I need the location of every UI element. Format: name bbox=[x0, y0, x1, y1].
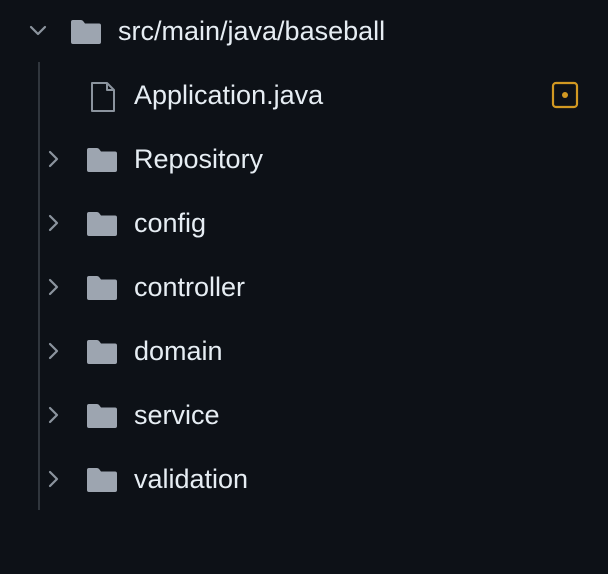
chevron-right-icon[interactable] bbox=[44, 469, 64, 489]
tree-item-root-folder[interactable]: src/main/java/baseball bbox=[0, 7, 608, 55]
tree-item-folder-repository[interactable]: Repository bbox=[0, 135, 608, 183]
folder-icon bbox=[71, 20, 101, 44]
tree-item-folder-domain[interactable]: domain bbox=[0, 327, 608, 375]
folder-label: domain bbox=[134, 336, 223, 366]
folder-icon bbox=[87, 148, 117, 172]
folder-icon bbox=[87, 404, 117, 428]
folder-icon bbox=[87, 276, 117, 300]
folder-label: Repository bbox=[134, 144, 264, 174]
tree-item-folder-controller[interactable]: controller bbox=[0, 263, 608, 311]
chevron-right-icon[interactable] bbox=[44, 213, 64, 233]
tree-item-folder-validation[interactable]: validation bbox=[0, 455, 608, 503]
tree-item-folder-service[interactable]: service bbox=[0, 391, 608, 439]
folder-icon bbox=[87, 468, 117, 492]
tree-item-folder-config[interactable]: config bbox=[0, 199, 608, 247]
chevron-down-icon[interactable] bbox=[28, 21, 48, 41]
file-icon bbox=[91, 82, 115, 112]
chevron-right-icon[interactable] bbox=[44, 341, 64, 361]
chevron-right-icon[interactable] bbox=[44, 149, 64, 169]
folder-label: validation bbox=[134, 464, 249, 494]
folder-label: controller bbox=[134, 272, 246, 302]
root-folder-label: src/main/java/baseball bbox=[118, 16, 386, 46]
file-label: Application.java bbox=[134, 80, 324, 110]
folder-icon bbox=[87, 212, 117, 236]
chevron-right-icon[interactable] bbox=[44, 277, 64, 297]
chevron-right-icon[interactable] bbox=[44, 405, 64, 425]
folder-icon bbox=[87, 340, 117, 364]
folder-label: config bbox=[134, 208, 207, 238]
tree-item-file-application[interactable]: Application.java bbox=[0, 71, 608, 119]
folder-label: service bbox=[134, 400, 220, 430]
file-explorer-tree: src/main/java/baseball Application.java … bbox=[0, 0, 608, 574]
modified-dot-icon bbox=[551, 81, 579, 109]
